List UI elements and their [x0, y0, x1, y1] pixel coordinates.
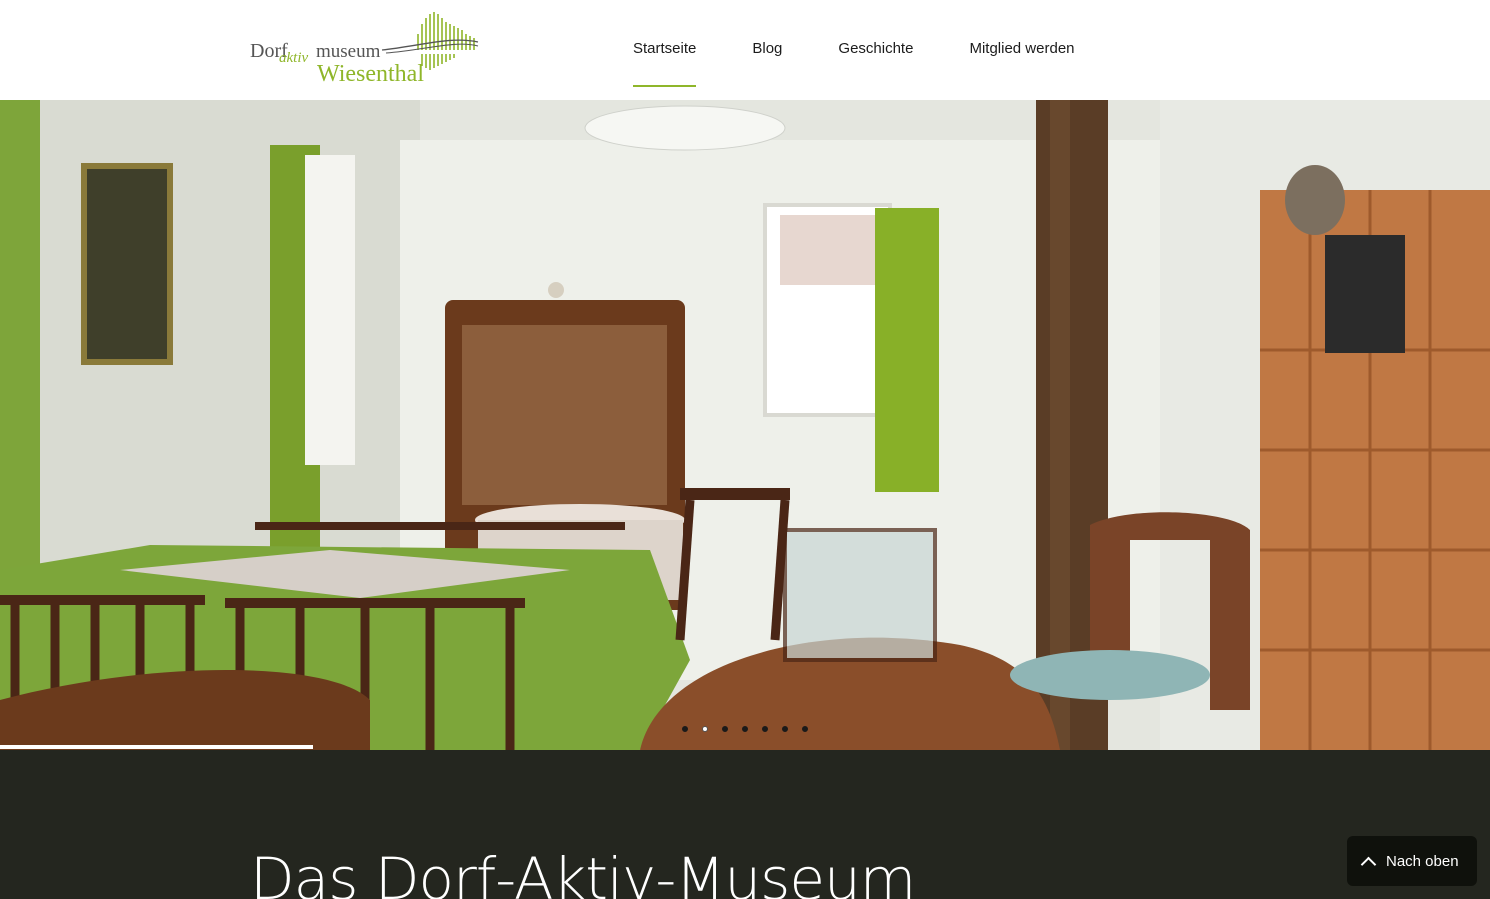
- intro-section: Das Dorf-Aktiv-Museum: [0, 750, 1490, 899]
- logo-word-museum: museum: [316, 41, 381, 62]
- main-navigation: Startseite Blog Geschichte Mitglied werd…: [633, 0, 1131, 100]
- site-header: Dorf aktiv museum Wiesenthal Startseite …: [0, 0, 1490, 100]
- slide-progress-bar: [0, 745, 313, 749]
- slide-dot-7[interactable]: [802, 726, 808, 732]
- back-to-top-button[interactable]: Nach oben: [1347, 836, 1477, 886]
- chevron-up-icon: [1360, 856, 1377, 872]
- logo-word-aktiv: aktiv: [279, 50, 308, 66]
- slide-dot-4[interactable]: [742, 726, 748, 732]
- nav-item-mitglied-werden[interactable]: Mitglied werden: [969, 0, 1074, 100]
- slide-dot-5[interactable]: [762, 726, 768, 732]
- intro-title: Das Dorf-Aktiv-Museum: [250, 845, 916, 899]
- back-to-top-label: Nach oben: [1386, 852, 1459, 870]
- hero-slider[interactable]: [0, 100, 1490, 750]
- hero-image: [0, 100, 1490, 750]
- site-logo[interactable]: Dorf aktiv museum Wiesenthal: [250, 10, 480, 86]
- logo-word-place: Wiesenthal: [317, 61, 424, 86]
- nav-item-blog[interactable]: Blog: [752, 0, 782, 100]
- slide-dot-2[interactable]: [702, 726, 708, 732]
- slider-pagination: [682, 726, 822, 732]
- slide-dot-3[interactable]: [722, 726, 728, 732]
- slide-dot-6[interactable]: [782, 726, 788, 732]
- slide-dot-1[interactable]: [682, 726, 688, 732]
- logo-graphic: Dorf aktiv museum Wiesenthal: [250, 12, 479, 86]
- nav-item-geschichte[interactable]: Geschichte: [838, 0, 913, 100]
- nav-item-startseite[interactable]: Startseite: [633, 0, 697, 100]
